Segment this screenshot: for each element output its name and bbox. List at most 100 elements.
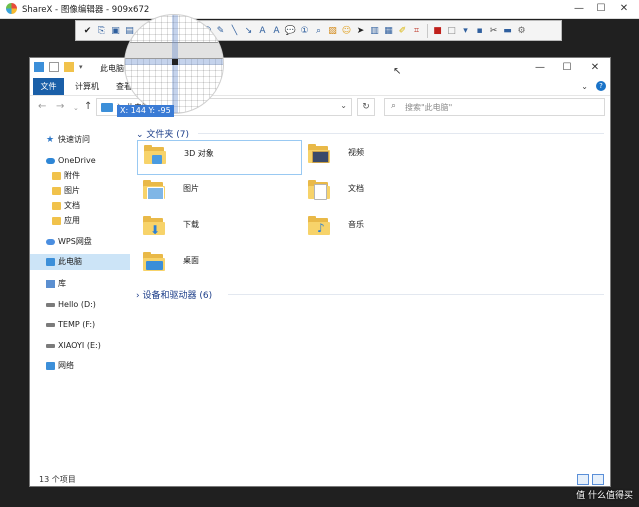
- file-explorer-window: ▾ 此电脑 — ☐ ✕ 文件 计算机 查看 ⌄ ? ← → ⌄ ↑ › 此电脑 …: [29, 57, 611, 487]
- explorer-maximize-button[interactable]: ☐: [554, 61, 580, 75]
- forward-icon[interactable]: →: [56, 101, 64, 112]
- up-icon[interactable]: ↑: [84, 101, 92, 112]
- sidebar-item-pictures[interactable]: 图片: [30, 183, 130, 199]
- close-button[interactable]: ✕: [613, 2, 635, 16]
- folder-documents[interactable]: 文档: [302, 176, 467, 211]
- sidebar-item-label: 附件: [64, 171, 80, 180]
- content-pane: ⌄ 文件夹 (7) 3D 对象 视频 图片 文档 ⬇ 下载 ♪ 音乐 桌面 › …: [132, 120, 608, 460]
- sidebar-item-label: OneDrive: [58, 156, 96, 165]
- details-view-icon[interactable]: [577, 474, 589, 485]
- tab-file[interactable]: 文件: [33, 78, 64, 95]
- folder-icon: [52, 217, 61, 225]
- refresh-button[interactable]: ↻: [357, 98, 375, 116]
- sidebar-item-label: 文档: [64, 201, 80, 210]
- sidebar-item-label: Hello (D:): [58, 300, 96, 309]
- mouse-cursor-icon: ↖: [393, 66, 402, 77]
- address-dropdown-icon[interactable]: ⌄: [340, 101, 347, 110]
- folder-icon: [52, 172, 61, 180]
- folder-downloads[interactable]: ⬇ 下载: [137, 212, 302, 247]
- sidebar-item-network[interactable]: 网络: [30, 358, 130, 374]
- step-icon[interactable]: ①: [298, 25, 311, 38]
- tab-computer[interactable]: 计算机: [75, 78, 99, 95]
- pixelate-icon[interactable]: ▦: [382, 25, 395, 38]
- folder-label: 下载: [183, 220, 199, 229]
- explorer-minimize-button[interactable]: —: [527, 61, 553, 75]
- sidebar-item-documents[interactable]: 文档: [30, 198, 130, 214]
- chevron-right-icon: ›: [136, 291, 140, 301]
- search-icon: ⌕: [391, 101, 397, 111]
- sidebar-item-wps-drive[interactable]: WPS网盘: [30, 234, 130, 250]
- group-header-folders[interactable]: ⌄ 文件夹 (7): [136, 127, 189, 140]
- cloud-icon: [46, 239, 55, 245]
- magnifier: [124, 14, 224, 114]
- sidebar-item-this-pc[interactable]: 此电脑: [30, 254, 130, 270]
- cursor-icon[interactable]: ➤: [354, 25, 367, 38]
- arrow-icon[interactable]: ↘: [242, 25, 255, 38]
- help-icon[interactable]: ?: [596, 81, 606, 91]
- sidebar-item-label: 图片: [64, 186, 80, 195]
- tools-icon[interactable]: ✂: [487, 25, 500, 38]
- sidebar-item-drive-e[interactable]: XIAOYI (E:): [30, 338, 130, 354]
- sidebar-item-label: TEMP (F:): [58, 320, 96, 329]
- border-color-icon[interactable]: ■: [431, 25, 444, 38]
- sidebar-item-drive-d[interactable]: Hello (D:): [30, 297, 130, 313]
- magnify-icon[interactable]: ⌕: [312, 25, 325, 38]
- folder-3d-objects[interactable]: 3D 对象: [137, 140, 302, 175]
- sidebar-item-quick-access[interactable]: ★ 快速访问: [30, 132, 130, 148]
- group-label: 设备和驱动器 (6): [142, 291, 213, 301]
- computer-icon: [101, 103, 113, 112]
- sidebar-item-drive-f[interactable]: TEMP (F:): [30, 317, 130, 333]
- sidebar-item-libraries[interactable]: 库: [30, 276, 130, 292]
- highlight-icon[interactable]: ✐: [396, 25, 409, 38]
- minimize-button[interactable]: —: [568, 2, 590, 16]
- folder-music[interactable]: ♪ 音乐: [302, 212, 467, 247]
- explorer-close-button[interactable]: ✕: [582, 61, 608, 75]
- folder-videos[interactable]: 视频: [302, 140, 467, 175]
- sidebar-item-onedrive[interactable]: OneDrive: [30, 153, 130, 169]
- speech-balloon-icon[interactable]: 💬: [284, 25, 297, 38]
- sidebar-item-label: 应用: [64, 216, 80, 225]
- sidebar-item-label: 快速访问: [58, 135, 90, 144]
- back-icon[interactable]: ←: [38, 101, 46, 112]
- sticker-icon[interactable]: ☺: [340, 25, 353, 38]
- drive-icon: [46, 303, 55, 307]
- copy-icon[interactable]: ⎘: [95, 25, 108, 38]
- settings-icon[interactable]: ⚙: [515, 25, 528, 38]
- shadow-icon[interactable]: ▪: [473, 25, 486, 38]
- status-bar: 13 个项目: [30, 472, 610, 486]
- search-input[interactable]: ⌕ 搜索"此电脑": [384, 98, 605, 116]
- new-folder-icon[interactable]: [64, 62, 74, 72]
- group-divider: [198, 133, 604, 134]
- freehand-icon[interactable]: ✎: [214, 25, 227, 38]
- ribbon-tabs: 文件 计算机 查看 ⌄ ?: [30, 78, 610, 96]
- image-icon[interactable]: ▧: [326, 25, 339, 38]
- drive-icon: [46, 323, 55, 327]
- maximize-button[interactable]: ☐: [590, 2, 612, 16]
- sidebar-item-apps[interactable]: 应用: [30, 213, 130, 229]
- edit-icon[interactable]: ▬: [501, 25, 514, 38]
- crop-icon[interactable]: ⌗: [410, 25, 423, 38]
- documents-icon: [308, 180, 332, 200]
- group-header-devices[interactable]: › 设备和驱动器 (6): [136, 288, 212, 301]
- expand-ribbon-icon[interactable]: ⌄: [581, 82, 588, 91]
- folder-label: 视频: [348, 148, 364, 157]
- folder-desktop[interactable]: 桌面: [137, 248, 302, 283]
- check-icon[interactable]: ✔: [81, 25, 94, 38]
- customize-quick-access-icon[interactable]: ▾: [79, 62, 85, 72]
- sidebar-item-label: 库: [58, 279, 66, 288]
- sidebar-item-attachments[interactable]: 附件: [30, 168, 130, 184]
- recent-locations-icon[interactable]: ⌄: [73, 104, 79, 112]
- sharex-titlebar: ShareX - 图像编辑器 - 909x672 — ☐ ✕: [0, 0, 639, 19]
- folder-pictures[interactable]: 图片: [137, 176, 302, 211]
- properties-icon[interactable]: [49, 62, 59, 72]
- line-icon[interactable]: ╲: [228, 25, 241, 38]
- blur-icon[interactable]: ▥: [368, 25, 381, 38]
- fill-color-icon[interactable]: □: [445, 25, 458, 38]
- text-outline-icon[interactable]: A: [270, 25, 283, 38]
- sidebar-item-label: WPS网盘: [58, 237, 92, 246]
- large-icons-view-icon[interactable]: [592, 474, 604, 485]
- text-icon[interactable]: A: [256, 25, 269, 38]
- save-icon[interactable]: ▣: [109, 25, 122, 38]
- crosshair-icon: [172, 59, 178, 65]
- line-width-icon[interactable]: ▾: [459, 25, 472, 38]
